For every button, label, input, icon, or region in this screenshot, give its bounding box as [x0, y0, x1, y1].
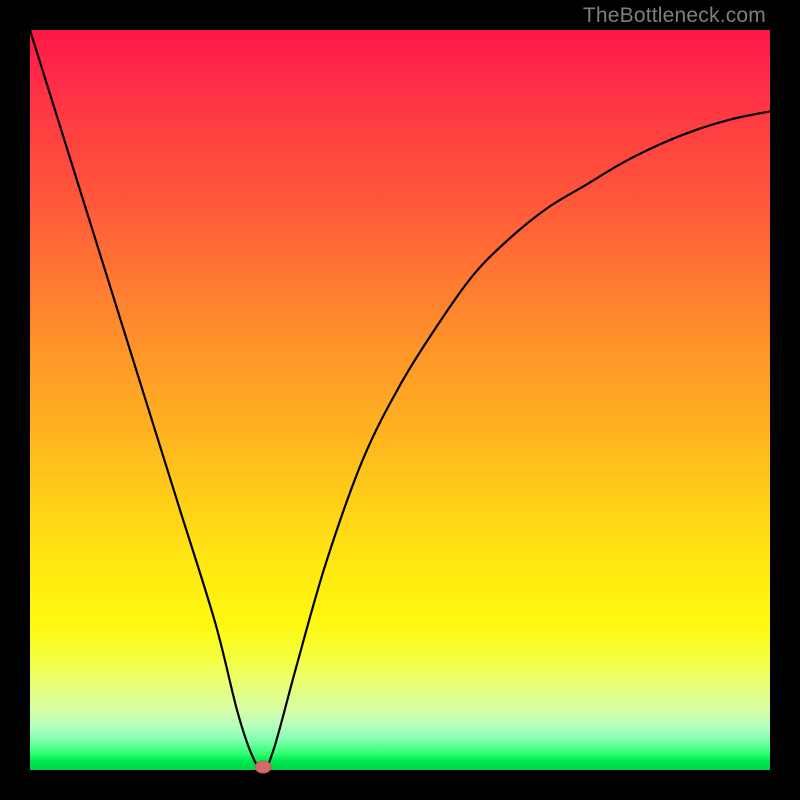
- optimal-point-marker: [255, 761, 271, 773]
- attribution-text: TheBottleneck.com: [583, 4, 766, 28]
- chart-svg: [30, 30, 770, 770]
- chart-frame: TheBottleneck.com: [0, 0, 800, 800]
- bottleneck-curve: [30, 30, 770, 770]
